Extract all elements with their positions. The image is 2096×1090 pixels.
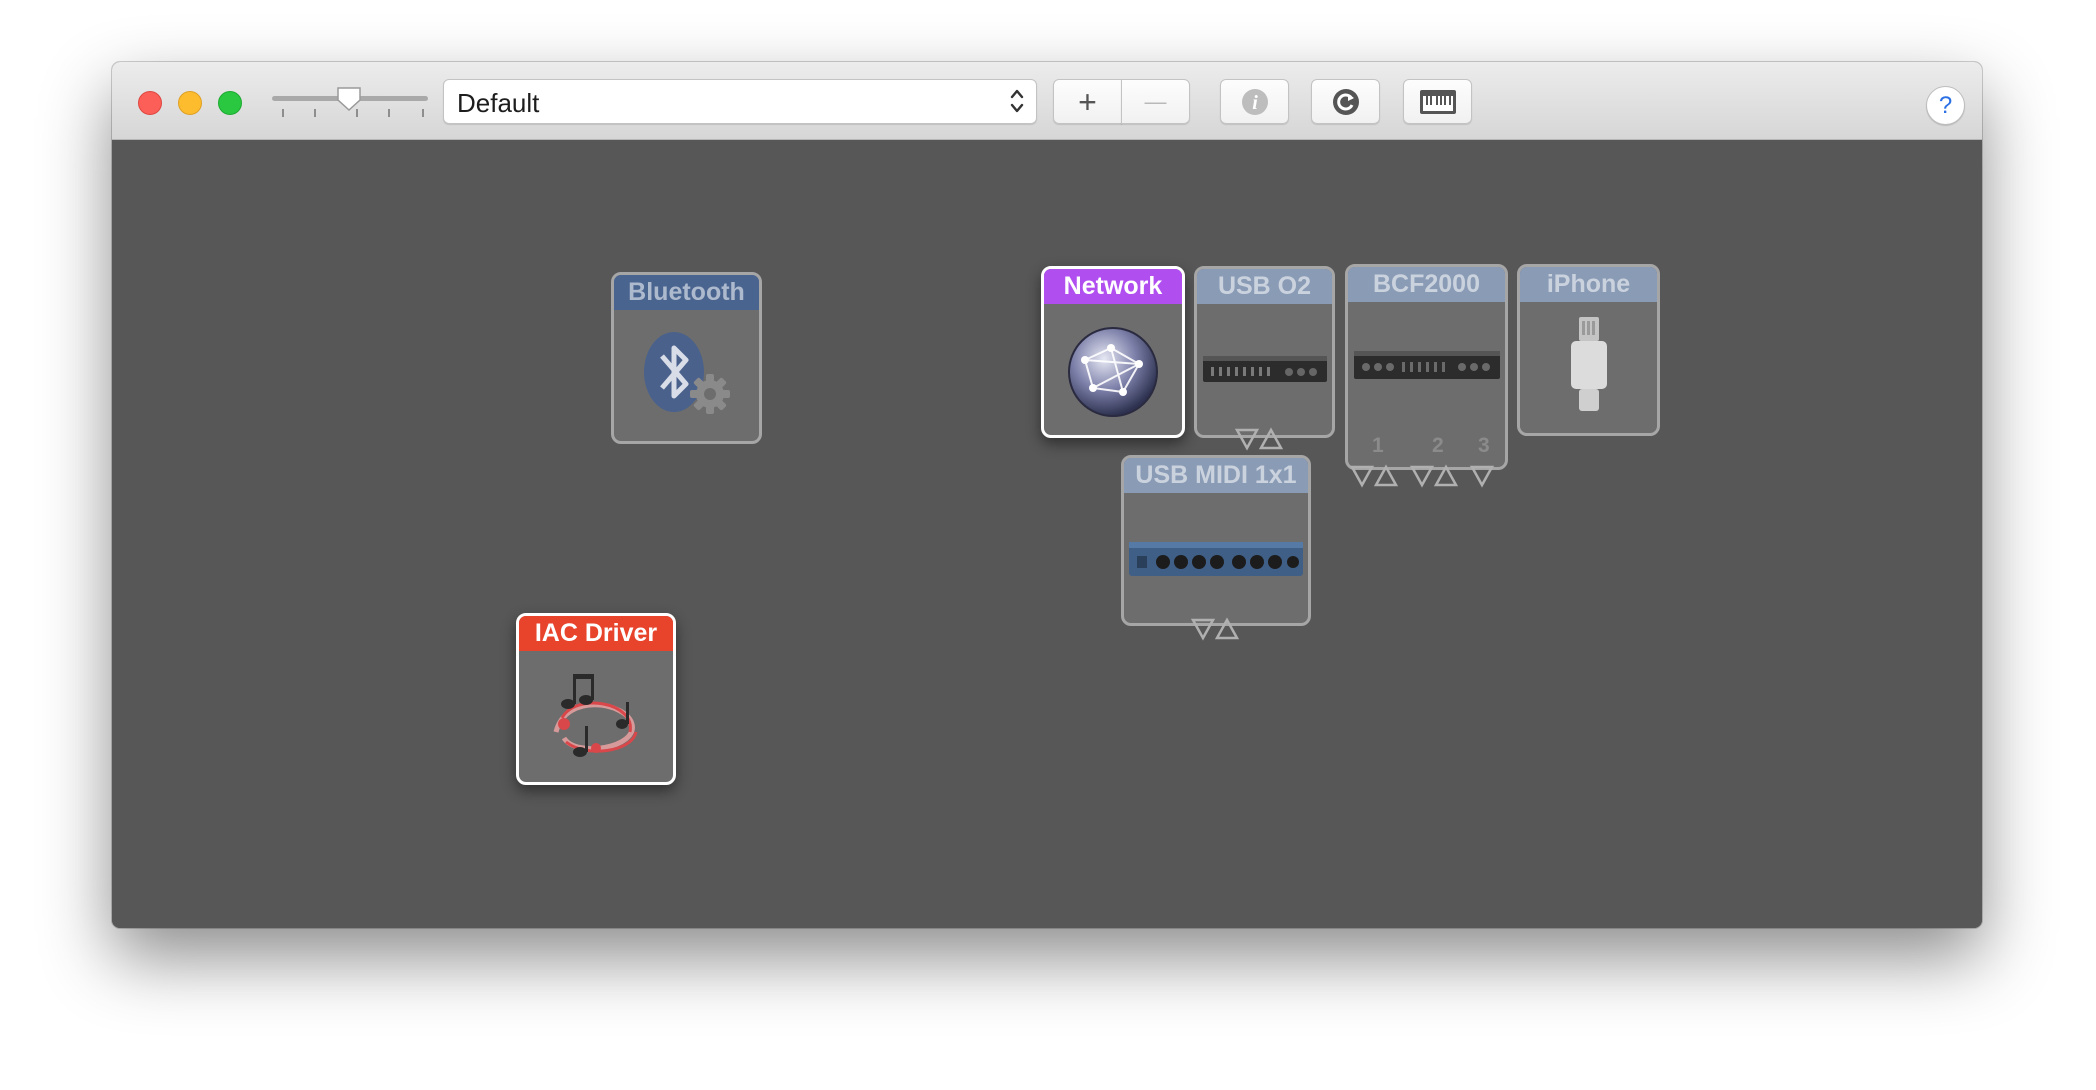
usb-o2-ports	[1234, 427, 1284, 451]
help-question-mark: ?	[1938, 91, 1953, 119]
bcf2000-ports	[1349, 464, 1495, 488]
lightning-connector-icon	[1520, 303, 1657, 433]
configuration-value: Default	[457, 88, 540, 118]
input-port-icon	[1214, 617, 1240, 640]
device-title: IAC Driver	[519, 616, 673, 651]
usb-midi-ports	[1190, 617, 1240, 641]
device-title: Network	[1044, 269, 1182, 304]
audio-midi-setup-window: Default + — i ? Bluetooth IAC Driver Net…	[112, 62, 1982, 928]
plus-label: +	[1078, 83, 1097, 120]
help-button[interactable]: ?	[1926, 86, 1965, 125]
minimize-window-button[interactable]	[178, 91, 202, 115]
output-port-icon	[1349, 465, 1375, 488]
add-configuration-button[interactable]: +	[1053, 79, 1122, 124]
slider-tick	[422, 109, 424, 117]
device-title: BCF2000	[1348, 267, 1505, 302]
configuration-popup[interactable]: Default	[443, 79, 1037, 124]
minus-label: —	[1144, 88, 1167, 114]
input-port-icon	[1373, 464, 1399, 487]
port-label: 1	[1372, 434, 1384, 457]
toolbar: Default + — i ?	[112, 62, 1982, 140]
device-iac-driver[interactable]: IAC Driver	[516, 613, 676, 785]
midi-studio-canvas: Bluetooth IAC Driver Network USB O2 BCF2…	[112, 140, 1982, 928]
output-port-icon	[1190, 618, 1216, 641]
remove-device-button[interactable]: —	[1121, 79, 1190, 124]
zoom-window-button[interactable]	[218, 91, 242, 115]
keyboard-icon	[1419, 89, 1456, 114]
device-title: USB O2	[1197, 269, 1332, 304]
device-bcf2000[interactable]: BCF2000 1 2 3	[1345, 264, 1508, 470]
bcf2000-icon	[1348, 303, 1505, 427]
usb-midi-icon	[1124, 494, 1308, 623]
slider-tick	[388, 109, 390, 117]
device-network[interactable]: Network	[1041, 266, 1185, 438]
rescan-icon	[1332, 88, 1359, 115]
iac-driver-icon	[519, 652, 673, 782]
input-port-icon	[1433, 464, 1459, 487]
device-bluetooth[interactable]: Bluetooth	[611, 272, 762, 444]
rescan-midi-button[interactable]	[1311, 79, 1380, 124]
port-label: 3	[1478, 434, 1490, 457]
show-info-button[interactable]: i	[1220, 79, 1289, 124]
output-port-icon	[1469, 465, 1495, 488]
slider-tick	[282, 109, 284, 117]
device-title: USB MIDI 1x1	[1124, 458, 1308, 493]
icon-size-slider[interactable]	[270, 82, 430, 122]
device-usb-o2[interactable]: USB O2	[1194, 266, 1335, 438]
network-globe-icon	[1044, 305, 1182, 435]
device-title: iPhone	[1520, 267, 1657, 302]
device-iphone[interactable]: iPhone	[1517, 264, 1660, 436]
test-setup-button[interactable]	[1403, 79, 1472, 124]
slider-thumb[interactable]	[336, 86, 362, 112]
device-usb-midi-1x1[interactable]: USB MIDI 1x1	[1121, 455, 1311, 626]
port-label: 2	[1432, 434, 1444, 457]
chevron-up-down-icon	[1010, 89, 1024, 113]
output-port-icon	[1234, 428, 1260, 451]
info-icon: i	[1241, 88, 1268, 115]
input-port-icon	[1258, 427, 1284, 450]
device-title: Bluetooth	[614, 275, 759, 310]
slider-tick	[314, 109, 316, 117]
close-window-button[interactable]	[138, 91, 162, 115]
output-port-icon	[1409, 465, 1435, 488]
usb-o2-icon	[1197, 305, 1332, 435]
svg-text:i: i	[1252, 92, 1258, 114]
bluetooth-icon	[614, 311, 759, 441]
